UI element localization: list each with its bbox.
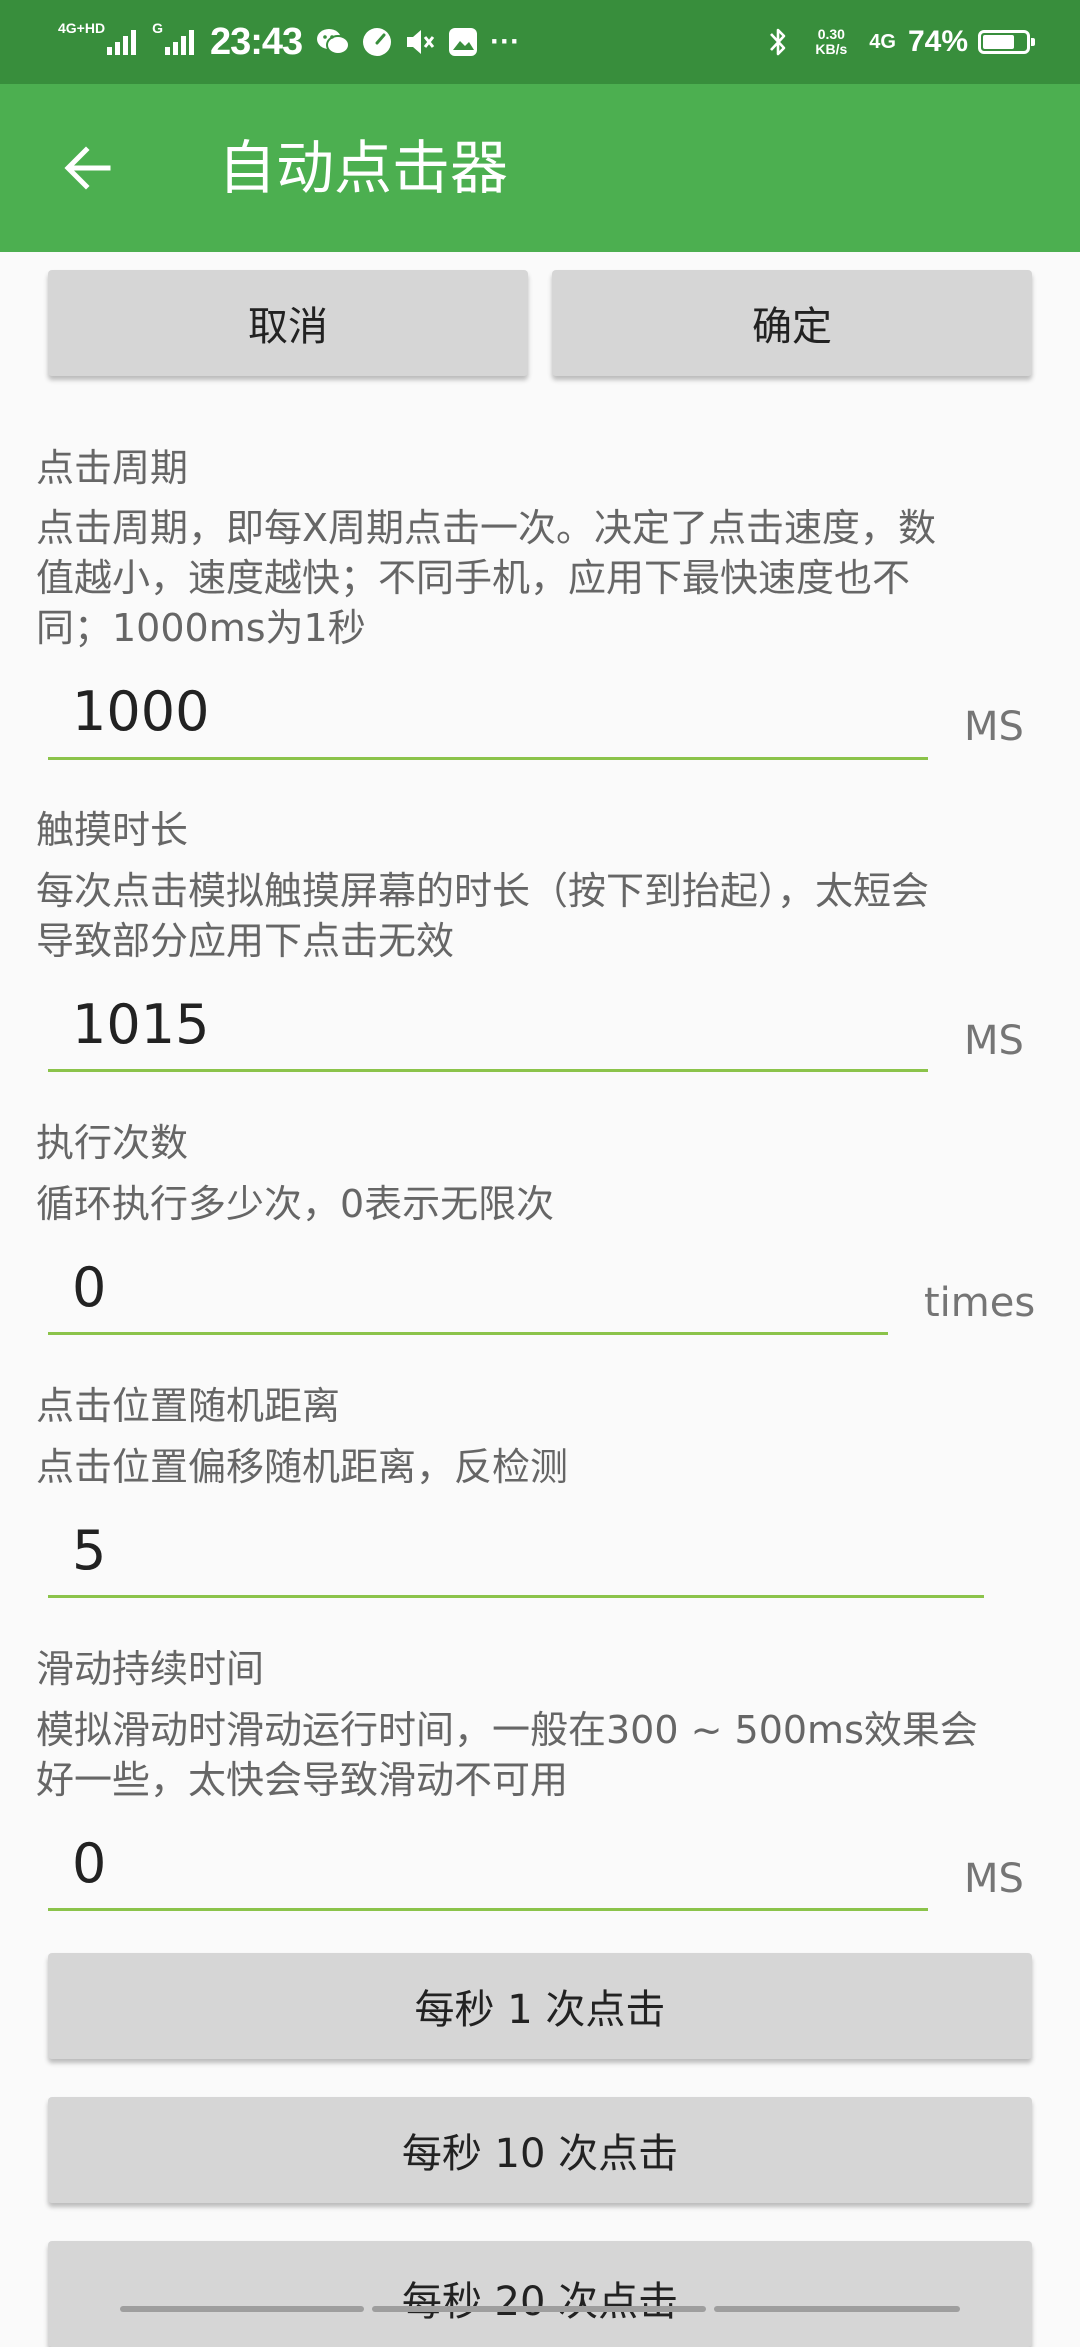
battery-icon (978, 30, 1035, 54)
click-period-unit: MS (964, 704, 1024, 750)
repeat-count-unit: times (924, 1280, 1036, 1326)
preset-10-per-second-button[interactable]: 每秒 10 次点击 (48, 2097, 1032, 2203)
description-line: 同；1000ms为1秒 (36, 606, 366, 650)
description-line: 点击位置偏移随机距离，反检测 (36, 1445, 569, 1489)
scroll-indicator (372, 2306, 706, 2312)
gallery-icon (448, 27, 478, 57)
status-bar: 4G+HD G 23:43 ··· 0.30 KB/s 4G 74% (0, 0, 1080, 84)
clock: 23:43 (209, 20, 303, 63)
speed-value: 0.30 (817, 26, 845, 42)
description-line: 每次点击模拟触摸屏幕的时长（按下到抬起），太短会 (36, 869, 930, 913)
input-underline (48, 1595, 984, 1598)
signal-icon-2 (164, 29, 194, 55)
description-line: 值越小，速度越快；不同手机，应用下最快速度也不 (36, 556, 911, 600)
signal-icon (107, 29, 137, 55)
input-underline (48, 757, 928, 760)
click-period-input[interactable]: 1000 MS (48, 680, 1048, 762)
input-underline (48, 1908, 928, 1911)
app-bar: 自动点击器 (0, 84, 1080, 252)
back-button[interactable] (48, 128, 128, 208)
mute-icon (404, 27, 436, 57)
input-underline (48, 1069, 928, 1072)
description-line: 导致部分应用下点击无效 (36, 919, 455, 963)
network-tag: 4G+HD (58, 20, 106, 36)
touch-duration-description: 每次点击模拟触摸屏幕的时长（按下到抬起），太短会 导致部分应用下点击无效 (36, 866, 1046, 966)
touch-duration-value[interactable]: 1015 (72, 993, 209, 1056)
swipe-duration-input[interactable]: 0 MS (48, 1832, 1048, 1914)
swipe-duration-value[interactable]: 0 (72, 1832, 106, 1895)
random-offset-value[interactable]: 5 (72, 1519, 106, 1582)
touch-duration-input[interactable]: 1015 MS (48, 993, 1048, 1075)
speed-unit: KB/s (815, 41, 848, 57)
repeat-count-description: 循环执行多少次，0表示无限次 (36, 1179, 1046, 1229)
description-line: 好一些，太快会导致滑动不可用 (36, 1758, 569, 1802)
random-offset-description: 点击位置偏移随机距离，反检测 (36, 1442, 1046, 1492)
network-speed: 0.30 KB/s (815, 27, 847, 57)
scroll-indicator (714, 2306, 960, 2312)
repeat-count-input[interactable]: 0 times (48, 1256, 1048, 1338)
arrow-back-icon (64, 146, 111, 190)
input-underline (48, 1332, 888, 1335)
click-period-value[interactable]: 1000 (72, 680, 209, 743)
description-line: 循环执行多少次，0表示无限次 (36, 1182, 555, 1226)
random-offset-input[interactable]: 5 (48, 1519, 1048, 1601)
repeat-count-value[interactable]: 0 (72, 1256, 106, 1319)
click-period-description: 点击周期，即每X周期点击一次。决定了点击速度，数 值越小，速度越快；不同手机，应… (36, 503, 1046, 653)
repeat-count-label: 执行次数 (36, 1121, 189, 1165)
preset-20-per-second-button[interactable]: 每秒 20 次点击 (48, 2241, 1032, 2347)
random-offset-label: 点击位置随机距离 (36, 1384, 341, 1428)
wechat-icon (316, 27, 351, 57)
scroll-indicator (120, 2306, 364, 2312)
swipe-duration-description: 模拟滑动时滑动运行时间，一般在300 ~ 500ms效果会 好一些，太快会导致滑… (36, 1705, 1046, 1805)
click-period-label: 点击周期 (36, 446, 189, 490)
confirm-button[interactable]: 确定 (552, 270, 1032, 376)
touch-duration-label: 触摸时长 (36, 808, 189, 852)
battery-level (983, 35, 1014, 49)
bluetooth-icon (767, 25, 789, 59)
network-type: 4G (869, 30, 896, 53)
speedometer-icon (362, 27, 392, 57)
description-line: 点击周期，即每X周期点击一次。决定了点击速度，数 (36, 506, 937, 550)
cancel-button[interactable]: 取消 (48, 270, 528, 376)
preset-1-per-second-button[interactable]: 每秒 1 次点击 (48, 1953, 1032, 2059)
battery-percent: 74% (907, 25, 968, 58)
description-line: 模拟滑动时滑动运行时间，一般在300 ~ 500ms效果会 (36, 1708, 978, 1752)
swipe-duration-unit: MS (964, 1856, 1024, 1902)
network-tag-2: G (152, 20, 163, 36)
touch-duration-unit: MS (964, 1018, 1024, 1064)
more-notifications-icon: ··· (490, 25, 521, 58)
swipe-duration-label: 滑动持续时间 (36, 1647, 265, 1691)
page-title: 自动点击器 (218, 134, 509, 202)
